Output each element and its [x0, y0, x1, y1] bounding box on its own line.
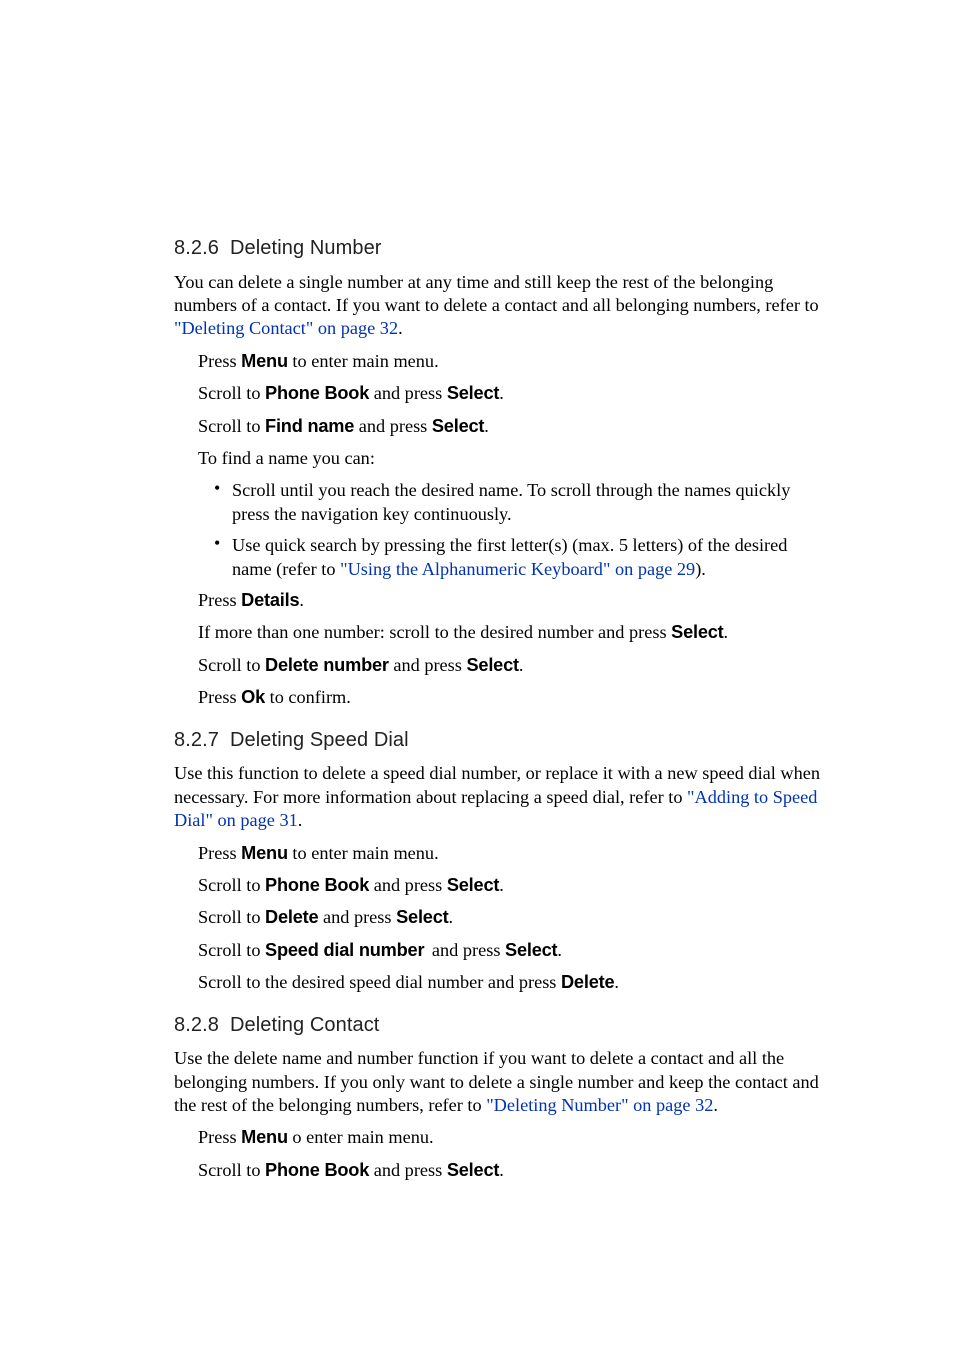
text: .	[614, 972, 619, 992]
text: and press	[427, 940, 505, 960]
phonebook-label: Phone Book	[265, 875, 369, 895]
text: and press	[389, 655, 467, 675]
menu-label: Menu	[241, 1127, 288, 1147]
text: .	[449, 907, 454, 927]
list-item: Scroll until you reach the desired name.…	[214, 479, 828, 526]
page-content: 8.2.6Deleting Number You can delete a si…	[0, 0, 954, 1182]
intro-8-2-8: Use the delete name and number function …	[174, 1047, 828, 1117]
ok-label: Ok	[241, 687, 265, 707]
text: Press	[198, 687, 241, 707]
text: .	[713, 1095, 718, 1115]
step-scroll-phonebook-3: Scroll to Phone Book and press Select.	[198, 1159, 828, 1182]
text: .	[724, 622, 729, 642]
text: and press	[369, 383, 447, 403]
title-8-2-7: Deleting Speed Dial	[230, 729, 409, 751]
step-scroll-phonebook-2: Scroll to Phone Book and press Select.	[198, 874, 828, 897]
step-ifmore: If more than one number: scroll to the d…	[198, 621, 828, 644]
heading-8-2-7: 8.2.7Deleting Speed Dial	[174, 728, 828, 754]
intro-8-2-7: Use this function to delete a speed dial…	[174, 762, 828, 832]
step-press-menu-2: Press Menu to enter main menu.	[198, 842, 828, 865]
menu-label: Menu	[241, 351, 288, 371]
text: .	[299, 590, 304, 610]
text: Scroll to	[198, 907, 265, 927]
text: .	[499, 383, 504, 403]
text: Press	[198, 351, 241, 371]
step-scroll-delete: Scroll to Delete and press Select.	[198, 906, 828, 929]
step-scroll-desired-speeddial: Scroll to the desired speed dial number …	[198, 971, 828, 994]
text: Press	[198, 590, 241, 610]
link-alpha-keyboard[interactable]: "Using the Alphanumeric Keyboard" on pag…	[340, 559, 695, 579]
text: o enter main menu.	[288, 1127, 434, 1147]
step-scroll-deletenumber: Scroll to Delete number and press Select…	[198, 654, 828, 677]
text: and press	[369, 1160, 447, 1180]
text: and press	[318, 907, 396, 927]
deletenumber-label: Delete number	[265, 655, 389, 675]
step-scroll-speeddial: Scroll to Speed dial number and press Se…	[198, 939, 828, 962]
select-label: Select	[447, 1160, 499, 1180]
link-deleting-contact[interactable]: "Deleting Contact" on page 32	[174, 318, 398, 338]
list-item: Use quick search by pressing the first l…	[214, 534, 828, 581]
text: Scroll to	[198, 940, 265, 960]
step-press-menu: Press Menu to enter main menu.	[198, 350, 828, 373]
delete-label: Delete	[265, 907, 318, 927]
speeddialnumber-label: Speed dial number	[265, 940, 424, 960]
text: Press	[198, 1127, 241, 1147]
step-press-ok: Press Ok to confirm.	[198, 686, 828, 709]
text: Scroll to	[198, 875, 265, 895]
text: ).	[695, 559, 706, 579]
text: and press	[369, 875, 447, 895]
select-label: Select	[447, 383, 499, 403]
text: .	[499, 1160, 504, 1180]
select-label: Select	[671, 622, 723, 642]
text: .	[499, 875, 504, 895]
text: .	[557, 940, 562, 960]
select-label: Select	[505, 940, 557, 960]
select-label: Select	[396, 907, 448, 927]
select-label: Select	[466, 655, 518, 675]
text: to enter main menu.	[288, 843, 439, 863]
heading-8-2-8: 8.2.8Deleting Contact	[174, 1013, 828, 1039]
text: and press	[354, 416, 432, 436]
findname-label: Find name	[265, 416, 354, 436]
step-press-menu-3: Press Menu o enter main menu.	[198, 1126, 828, 1149]
details-label: Details	[241, 590, 299, 610]
intro-8-2-6: You can delete a single number at any ti…	[174, 271, 828, 341]
text: Scroll to	[198, 383, 265, 403]
text: .	[398, 318, 403, 338]
find-name-list: Scroll until you reach the desired name.…	[214, 479, 828, 581]
text: Scroll to the desired speed dial number …	[198, 972, 561, 992]
title-8-2-6: Deleting Number	[230, 237, 382, 259]
phonebook-label: Phone Book	[265, 1160, 369, 1180]
text: Scroll to	[198, 416, 265, 436]
text: to enter main menu.	[288, 351, 439, 371]
step-press-details: Press Details.	[198, 589, 828, 612]
text: If more than one number: scroll to the d…	[198, 622, 671, 642]
delete-label: Delete	[561, 972, 614, 992]
heading-8-2-6: 8.2.6Deleting Number	[174, 236, 828, 262]
text: Scroll to	[198, 655, 265, 675]
title-8-2-8: Deleting Contact	[230, 1014, 379, 1036]
select-label: Select	[432, 416, 484, 436]
text: .	[484, 416, 489, 436]
text: Scroll to	[198, 1160, 265, 1180]
select-label: Select	[447, 875, 499, 895]
text: You can delete a single number at any ti…	[174, 272, 819, 315]
step-scroll-phonebook: Scroll to Phone Book and press Select.	[198, 382, 828, 405]
secnum-8-2-7: 8.2.7	[174, 728, 230, 754]
text: .	[298, 810, 303, 830]
link-deleting-number[interactable]: "Deleting Number" on page 32	[486, 1095, 713, 1115]
text: Press	[198, 843, 241, 863]
text: Scroll until you reach the desired name.…	[232, 480, 790, 523]
text: .	[519, 655, 524, 675]
menu-label: Menu	[241, 843, 288, 863]
phonebook-label: Phone Book	[265, 383, 369, 403]
secnum-8-2-6: 8.2.6	[174, 236, 230, 262]
tofind-text: To find a name you can:	[198, 447, 828, 470]
step-scroll-findname: Scroll to Find name and press Select.	[198, 415, 828, 438]
secnum-8-2-8: 8.2.8	[174, 1013, 230, 1039]
text: to confirm.	[265, 687, 351, 707]
